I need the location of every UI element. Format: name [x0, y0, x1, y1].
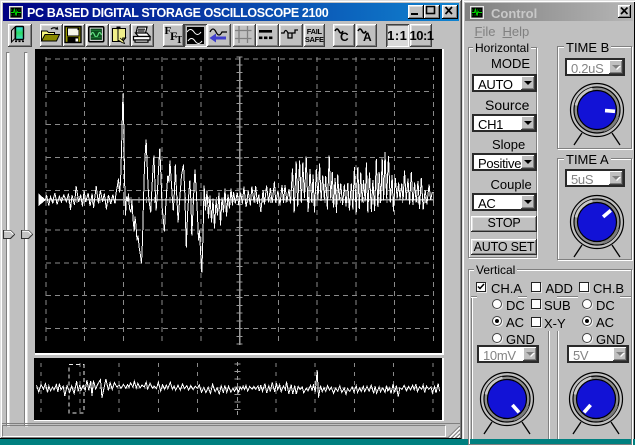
svg-text:T: T [176, 35, 182, 45]
svg-text:A: A [363, 30, 372, 44]
svg-text:C: C [340, 30, 349, 44]
